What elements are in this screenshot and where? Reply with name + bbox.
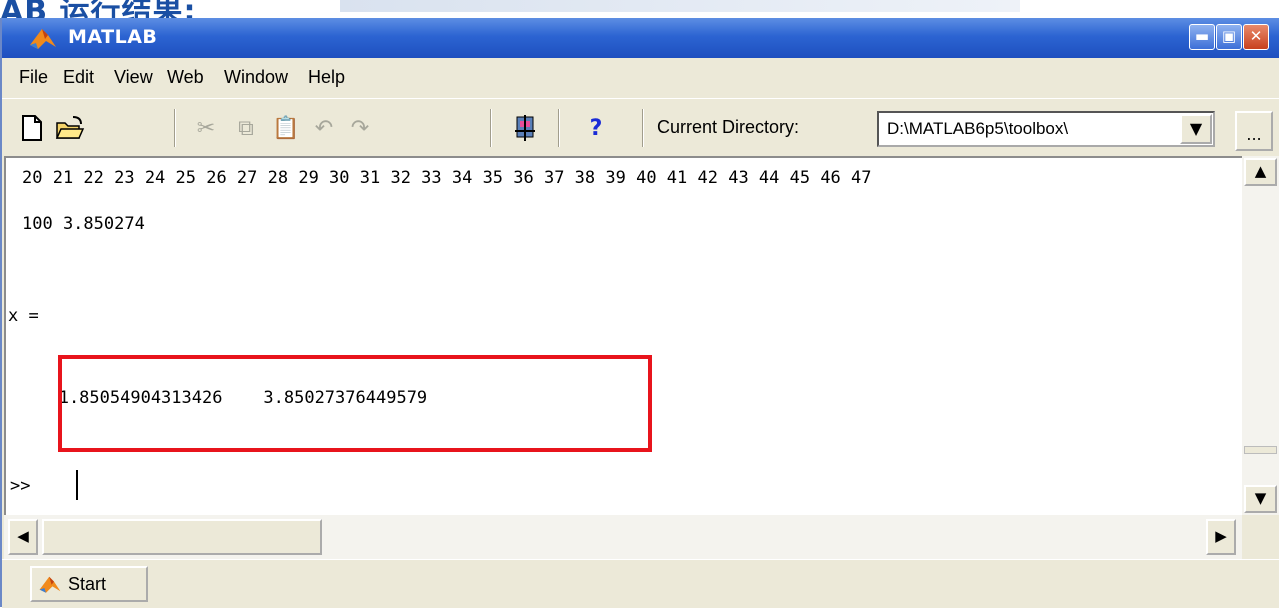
- minimize-button[interactable]: ▬: [1189, 24, 1215, 50]
- toolbar-separator: [642, 109, 644, 147]
- current-directory-label: Current Directory:: [657, 117, 800, 137]
- close-button[interactable]: ✕: [1243, 24, 1269, 50]
- scroll-left-button[interactable]: ◀: [8, 519, 38, 555]
- paste-icon[interactable]: 📋: [268, 111, 304, 145]
- dropdown-arrow-icon[interactable]: ▼: [1180, 114, 1212, 144]
- matlab-logo-icon: [30, 29, 56, 49]
- scroll-right-button[interactable]: ▶: [1206, 519, 1236, 555]
- banner-title: AB 运行结果:: [0, 0, 197, 18]
- toolbar-separator: [490, 109, 492, 147]
- window-title: MATLAB: [68, 26, 158, 48]
- title-bar[interactable]: MATLAB ▬ ▣ ✕: [2, 18, 1279, 58]
- undo-icon[interactable]: ↶: [306, 111, 342, 145]
- menu-file[interactable]: File: [19, 67, 48, 88]
- current-directory-value[interactable]: D:\MATLAB6p5\toolbox\: [887, 119, 1177, 139]
- redo-icon[interactable]: ↷: [342, 111, 378, 145]
- toolbar: ✂ ⧉ 📋 ↶ ↷ ? Current Directory: D:\MATLAB…: [2, 98, 1279, 157]
- menu-help[interactable]: Help: [308, 67, 345, 88]
- menu-web[interactable]: Web: [167, 67, 204, 88]
- toolbar-separator: [174, 109, 176, 147]
- menu-bar: File Edit View Web Window Help: [2, 58, 1279, 96]
- horizontal-scroll-thumb[interactable]: [42, 519, 322, 555]
- browse-directory-button[interactable]: ...: [1235, 111, 1273, 151]
- scroll-down-button[interactable]: ▼: [1244, 485, 1277, 513]
- slide-banner: AB 运行结果:: [0, 0, 1279, 18]
- command-window[interactable]: 20 21 22 23 24 25 26 27 28 29 30 31 32 3…: [4, 156, 1242, 515]
- toolbar-separator: [558, 109, 560, 147]
- vertical-scrollbar[interactable]: ▲ ▼: [1242, 156, 1279, 515]
- horizontal-scrollbar[interactable]: ◀ ▶: [4, 515, 1242, 559]
- result-highlight-box: [58, 355, 652, 452]
- status-bar: Start: [2, 559, 1279, 608]
- current-directory-combobox[interactable]: D:\MATLAB6p5\toolbox\ ▼: [877, 111, 1215, 147]
- text-cursor: [76, 470, 78, 500]
- copy-icon[interactable]: ⧉: [228, 111, 264, 145]
- menu-view[interactable]: View: [114, 67, 153, 88]
- start-label: Start: [68, 574, 107, 594]
- matlab-logo-icon: [39, 576, 61, 593]
- open-folder-icon[interactable]: [52, 111, 88, 145]
- maximize-button[interactable]: ▣: [1216, 24, 1242, 50]
- help-icon[interactable]: ?: [578, 111, 614, 145]
- new-file-icon[interactable]: [14, 111, 50, 145]
- output-line: x =: [8, 306, 39, 326]
- scroll-up-button[interactable]: ▲: [1244, 158, 1277, 186]
- output-line: 100 3.850274: [22, 214, 145, 234]
- menu-window[interactable]: Window: [224, 67, 288, 88]
- start-button[interactable]: Start: [30, 566, 148, 602]
- vertical-scroll-thumb[interactable]: [1244, 446, 1277, 454]
- banner-decoration: [340, 0, 1020, 12]
- command-prompt: >>: [10, 476, 31, 496]
- menu-edit[interactable]: Edit: [63, 67, 94, 88]
- matlab-window: MATLAB ▬ ▣ ✕ File Edit View Web Window H…: [0, 18, 1279, 608]
- simulink-icon[interactable]: [508, 111, 544, 145]
- cut-icon[interactable]: ✂: [188, 111, 224, 145]
- output-line: 20 21 22 23 24 25 26 27 28 29 30 31 32 3…: [22, 168, 872, 188]
